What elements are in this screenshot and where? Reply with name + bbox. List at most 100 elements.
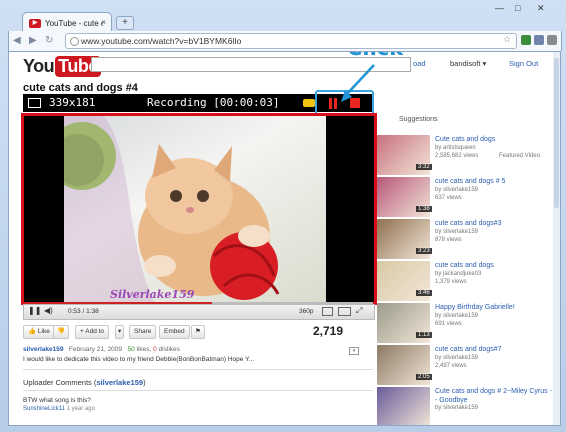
suggestion-author: by silverlake159	[435, 229, 479, 235]
volume-icon[interactable]: ◀)	[44, 306, 53, 315]
suggestion-author: by artistsqueen	[435, 145, 476, 151]
suggestion-title[interactable]: cute cats and dogs # 5	[435, 177, 553, 186]
uploader-link[interactable]: silverlake159	[23, 346, 63, 353]
minimize-icon[interactable]: —	[495, 3, 504, 13]
suggestion-title[interactable]: cute cats and dogs#3	[435, 219, 553, 228]
video-description: I would like to dedicate this video to m…	[23, 356, 255, 363]
suggestion-views: 691 views	[435, 321, 462, 327]
video-player[interactable]: Silverlake159	[21, 113, 377, 305]
youtube-logo[interactable]: You Tube	[23, 56, 101, 77]
window-select-icon[interactable]	[28, 98, 41, 108]
scrollbar[interactable]	[553, 51, 561, 426]
tab-close-icon[interactable]: ×	[101, 18, 106, 27]
web-page: You Tube oad bandisoft ▾ Sign Out cute ca…	[8, 51, 555, 426]
suggestion-title[interactable]: Happy Birthday Gabrielle!	[435, 303, 553, 312]
suggestion-thumbnail[interactable]	[377, 387, 430, 425]
flag-icon[interactable]: ⚑	[191, 325, 205, 339]
suggestion-title[interactable]: cute cats and dogs	[435, 261, 553, 270]
bookmark-star-icon[interactable]: ☆	[503, 34, 511, 45]
suggestion-duration: 2:05	[416, 374, 432, 380]
suggestion-thumbnail[interactable]: 3:46	[377, 261, 432, 301]
suggestion-item[interactable]: 3:23 cute cats and dogs#3 by silverlake159…	[377, 219, 553, 259]
pause-button[interactable]: ❚❚	[28, 306, 41, 315]
share-button[interactable]: Share	[129, 325, 157, 339]
page-menu-icon[interactable]	[534, 35, 544, 45]
suggestion-thumbnail[interactable]: 1:13	[377, 303, 432, 343]
globe-icon	[70, 37, 79, 46]
uploader-comments-heading: Uploader Comments (silverlake159)	[23, 378, 146, 387]
suggestions-heading: Suggestions	[399, 116, 438, 123]
embed-button[interactable]: Embed	[159, 325, 190, 339]
sign-out-link[interactable]: Sign Out	[509, 59, 538, 68]
suggestion-views: 637 views	[435, 195, 462, 201]
video-meta: silverlake159 February 21, 2009 50 likes…	[23, 346, 180, 353]
suggestion-author: by silverlake159	[435, 355, 479, 361]
divider	[23, 390, 373, 391]
video-watermark: Silverlake159	[110, 288, 195, 301]
fullscreen-icon[interactable]: ⤢	[356, 306, 362, 316]
widescreen-icon[interactable]	[338, 307, 351, 316]
close-window-icon[interactable]: ✕	[537, 3, 545, 14]
suggestion-views: 2,585,682 views	[435, 153, 479, 159]
user-menu[interactable]: bandisoft ▾	[450, 59, 486, 68]
capture-size: 339x181	[49, 96, 96, 109]
quality-button[interactable]: 360p	[299, 308, 313, 315]
suggestion-duration: 3:46	[416, 290, 432, 296]
suggestion-duration: 1:13	[416, 332, 432, 338]
suggestion-duration: 3:32	[416, 164, 432, 170]
featured-badge: Featured Video	[499, 153, 540, 159]
recording-status: Recording [00:00:03]	[147, 96, 280, 109]
maximize-icon[interactable]: □	[515, 3, 520, 13]
suggestion-thumbnail[interactable]: 1:38	[377, 177, 432, 217]
suggestion-author: by silverlake159	[435, 313, 479, 319]
expand-description-icon[interactable]: ▾	[349, 347, 359, 355]
url-text: www.youtube.com/watch?v=bV1BYMK6lIo	[81, 36, 242, 46]
wrench-icon[interactable]	[547, 35, 557, 45]
suggestion-item[interactable]: 1:38 cute cats and dogs # 5 by silverlake1…	[377, 177, 553, 217]
suggestion-views: 878 views	[435, 237, 462, 243]
add-to-dropdown-icon[interactable]: ▾	[115, 325, 125, 339]
popout-icon[interactable]	[322, 307, 333, 316]
divider	[23, 369, 373, 370]
likes-label: likes,	[136, 346, 152, 353]
upload-link[interactable]: oad	[413, 59, 426, 68]
suggestion-thumbnail[interactable]: 3:23	[377, 219, 432, 259]
camera-icon[interactable]	[303, 99, 315, 107]
youtube-favicon-icon: ▶	[29, 19, 41, 28]
suggestion-author: by silverlake159	[435, 187, 479, 193]
back-icon[interactable]: ◀	[13, 35, 21, 46]
upload-date: February 21, 2009	[68, 346, 123, 353]
forward-icon[interactable]: ▶	[29, 35, 37, 46]
reload-icon[interactable]: ↻	[45, 35, 53, 46]
suggestion-thumbnail[interactable]: 3:32	[377, 135, 432, 175]
like-button[interactable]: 👍 Like	[23, 325, 55, 339]
extension-icon[interactable]	[521, 35, 531, 45]
suggestion-views: 2,497 views	[435, 363, 467, 369]
suggestion-views: 1,379 views	[435, 279, 467, 285]
comment-author: SunshineLick11 1 year ago	[23, 406, 95, 412]
suggestion-title[interactable]: cute cats and dogs#7	[435, 345, 553, 354]
suggestion-item[interactable]: Cute cats and dogs # 2~Miley Cyrus -- Go…	[377, 387, 553, 425]
video-frame: Silverlake159	[64, 116, 326, 302]
time-display: 0:53 / 1:38	[68, 308, 99, 315]
player-controls: ❚❚ ◀) 0:53 / 1:38 360p ⤢	[23, 304, 375, 320]
address-bar[interactable]: www.youtube.com/watch?v=bV1BYMK6lIo	[65, 33, 517, 49]
suggestion-item[interactable]: 3:46 cute cats and dogs by jackandjuke03 1,…	[377, 261, 553, 301]
dislikes-label: dislikes	[158, 346, 180, 353]
kitten-image	[64, 116, 280, 302]
scrollbar-thumb[interactable]	[554, 58, 559, 208]
suggestion-item[interactable]: 2:05 cute cats and dogs#7 by silverlake159…	[377, 345, 553, 385]
suggestion-item[interactable]: 3:32 Cute cats and dogs by artistsqueen 2,5…	[377, 135, 553, 175]
suggestion-title[interactable]: Cute cats and dogs # 2~Miley Cyrus -- Go…	[435, 387, 553, 405]
add-to-button[interactable]: + Add to	[75, 325, 110, 339]
suggestion-item[interactable]: 1:13 Happy Birthday Gabrielle! by silverla…	[377, 303, 553, 343]
tab-title: YouTube - cute cats and d...	[45, 19, 103, 28]
new-tab-button[interactable]: +	[116, 16, 134, 30]
suggestion-author: by jackandjuke03	[435, 271, 482, 277]
likes-count: 50	[127, 346, 135, 353]
suggestion-title[interactable]: Cute cats and dogs	[435, 135, 553, 144]
suggestion-author: by silverlake159	[435, 405, 479, 411]
suggestion-duration: 1:38	[416, 206, 432, 212]
suggestion-thumbnail[interactable]: 2:05	[377, 345, 432, 385]
dislike-button[interactable]: 👎	[53, 325, 70, 339]
